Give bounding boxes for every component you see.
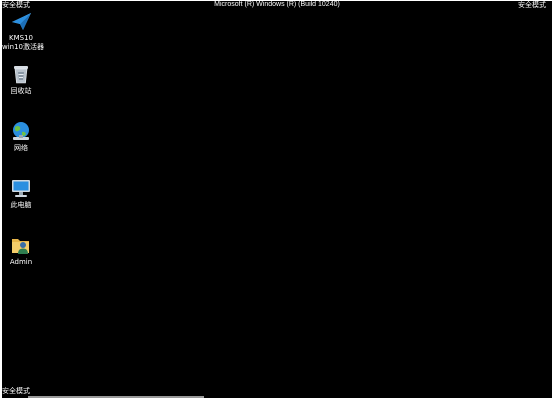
computer-monitor-icon [12, 180, 30, 197]
recycle-bin-icon [14, 66, 28, 84]
paper-plane-icon [12, 13, 31, 30]
network-globe-icon [13, 122, 29, 140]
desktop-icon-label: 此电脑 [10, 201, 32, 209]
desktop-icon-label: Admin [9, 258, 33, 266]
desktop-icon-admin[interactable]: Admin [2, 233, 40, 267]
desktop-icon-kms10[interactable]: KMS10 win10激活器 [2, 9, 45, 52]
desktop-icon-label: 网络 [14, 144, 28, 152]
safe-mode-label-bottom-left: 安全模式 [2, 387, 30, 395]
desktop-icon-label: 回收站 [10, 87, 32, 95]
desktop[interactable]: 安全模式 Microsoft (R) Windows (R) (Build 10… [2, 1, 552, 398]
desktop-icon-this-pc[interactable]: 此电脑 [2, 176, 40, 210]
desktop-icon-network[interactable]: 网络 [2, 119, 40, 153]
desktop-icon-label: KMS10 [9, 34, 33, 42]
safe-mode-label-top-right: 安全模式 [518, 1, 546, 9]
user-folder-icon [12, 239, 29, 254]
desktop-icon-recycle-bin[interactable]: 回收站 [2, 62, 40, 96]
desktop-icon-label: win10激活器 [2, 43, 45, 51]
windows-build-label: Microsoft (R) Windows (R) (Build 10240) [214, 1, 340, 8]
scrollbar-thumb[interactable] [28, 396, 204, 398]
